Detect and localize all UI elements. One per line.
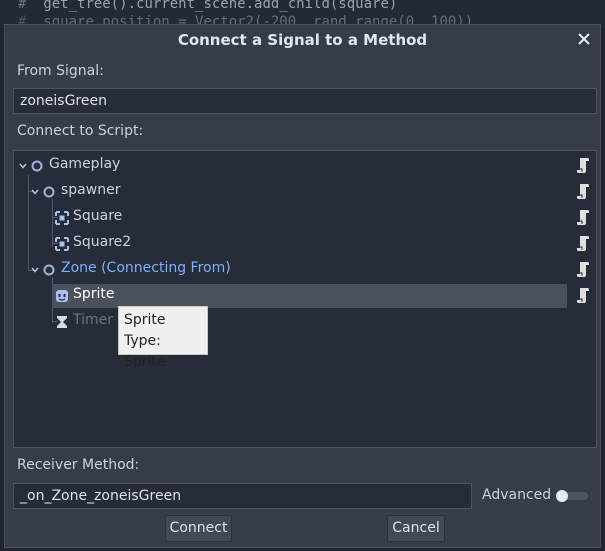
from-signal-field[interactable]: zoneisGreen	[13, 88, 597, 114]
script-icon[interactable]	[576, 183, 590, 200]
node-circle-icon	[31, 160, 43, 172]
script-icon[interactable]	[576, 209, 590, 226]
script-icon[interactable]	[576, 287, 590, 304]
tree-item-label: Timer	[73, 312, 114, 328]
tree-item-square2[interactable]: Square2	[14, 232, 596, 256]
connect-signal-dialog: Connect a Signal to a Method From Signal…	[4, 24, 601, 548]
close-icon	[578, 33, 590, 45]
code-line-1: # get_tree().current_scene.add_child(squ…	[18, 0, 397, 12]
advanced-label: Advanced	[482, 487, 552, 503]
dialog-titlebar: Connect a Signal to a Method	[5, 25, 600, 55]
node-circle-icon	[43, 186, 55, 198]
hourglass-icon	[57, 316, 67, 328]
tree-item-label: Square2	[73, 234, 132, 250]
sprite-icon	[56, 290, 68, 302]
tooltip-name: Sprite	[124, 312, 166, 328]
cancel-button[interactable]: Cancel	[387, 515, 445, 542]
tree-item-gameplay[interactable]: Gameplay	[14, 154, 596, 178]
close-button[interactable]	[574, 28, 594, 50]
tree-item-label: Square	[73, 208, 123, 224]
tree-item-zone[interactable]: Zone (Connecting From)	[14, 258, 596, 282]
tree-item-label: Gameplay	[49, 156, 121, 172]
chevron-down-icon[interactable]	[31, 188, 39, 196]
connect-to-script-label: Connect to Script:	[17, 123, 144, 139]
from-signal-label: From Signal:	[17, 63, 104, 79]
chevron-down-icon[interactable]	[31, 266, 39, 274]
tooltip-type: Type: Sprite	[124, 333, 166, 370]
tree-item-label-connecting-from: Zone (Connecting From)	[61, 260, 231, 276]
scene-tree[interactable]: Gameplay spawner Square Square2 Zone (Co…	[13, 150, 597, 448]
tree-item-label: spawner	[61, 182, 121, 198]
connect-button[interactable]: Connect	[165, 515, 232, 542]
script-icon[interactable]	[576, 157, 590, 174]
script-icon[interactable]	[576, 261, 590, 278]
tree-item-timer: Timer	[14, 310, 596, 334]
script-icon[interactable]	[576, 235, 590, 252]
tree-item-label: Sprite	[73, 286, 115, 302]
comment-mark: #	[18, 0, 27, 12]
receiver-method-label: Receiver Method:	[17, 457, 140, 473]
dialog-title: Connect a Signal to a Method	[177, 31, 428, 49]
receiver-method-field[interactable]: _on_Zone_zoneisGreen	[13, 483, 472, 509]
tree-item-square[interactable]: Square	[14, 206, 596, 230]
chevron-down-icon[interactable]	[19, 162, 27, 170]
advanced-toggle[interactable]	[554, 488, 590, 504]
node2d-icon	[55, 237, 69, 251]
selection-highlight	[52, 284, 567, 308]
node-tooltip: Sprite Type: Sprite	[118, 306, 208, 370]
tree-item-spawner[interactable]: spawner	[14, 180, 596, 204]
node-circle-icon	[43, 264, 55, 276]
code-text: get_tree().current_scene.add_child(squar…	[43, 0, 398, 12]
node2d-icon	[55, 211, 69, 225]
tree-item-sprite[interactable]: Sprite	[14, 284, 596, 308]
